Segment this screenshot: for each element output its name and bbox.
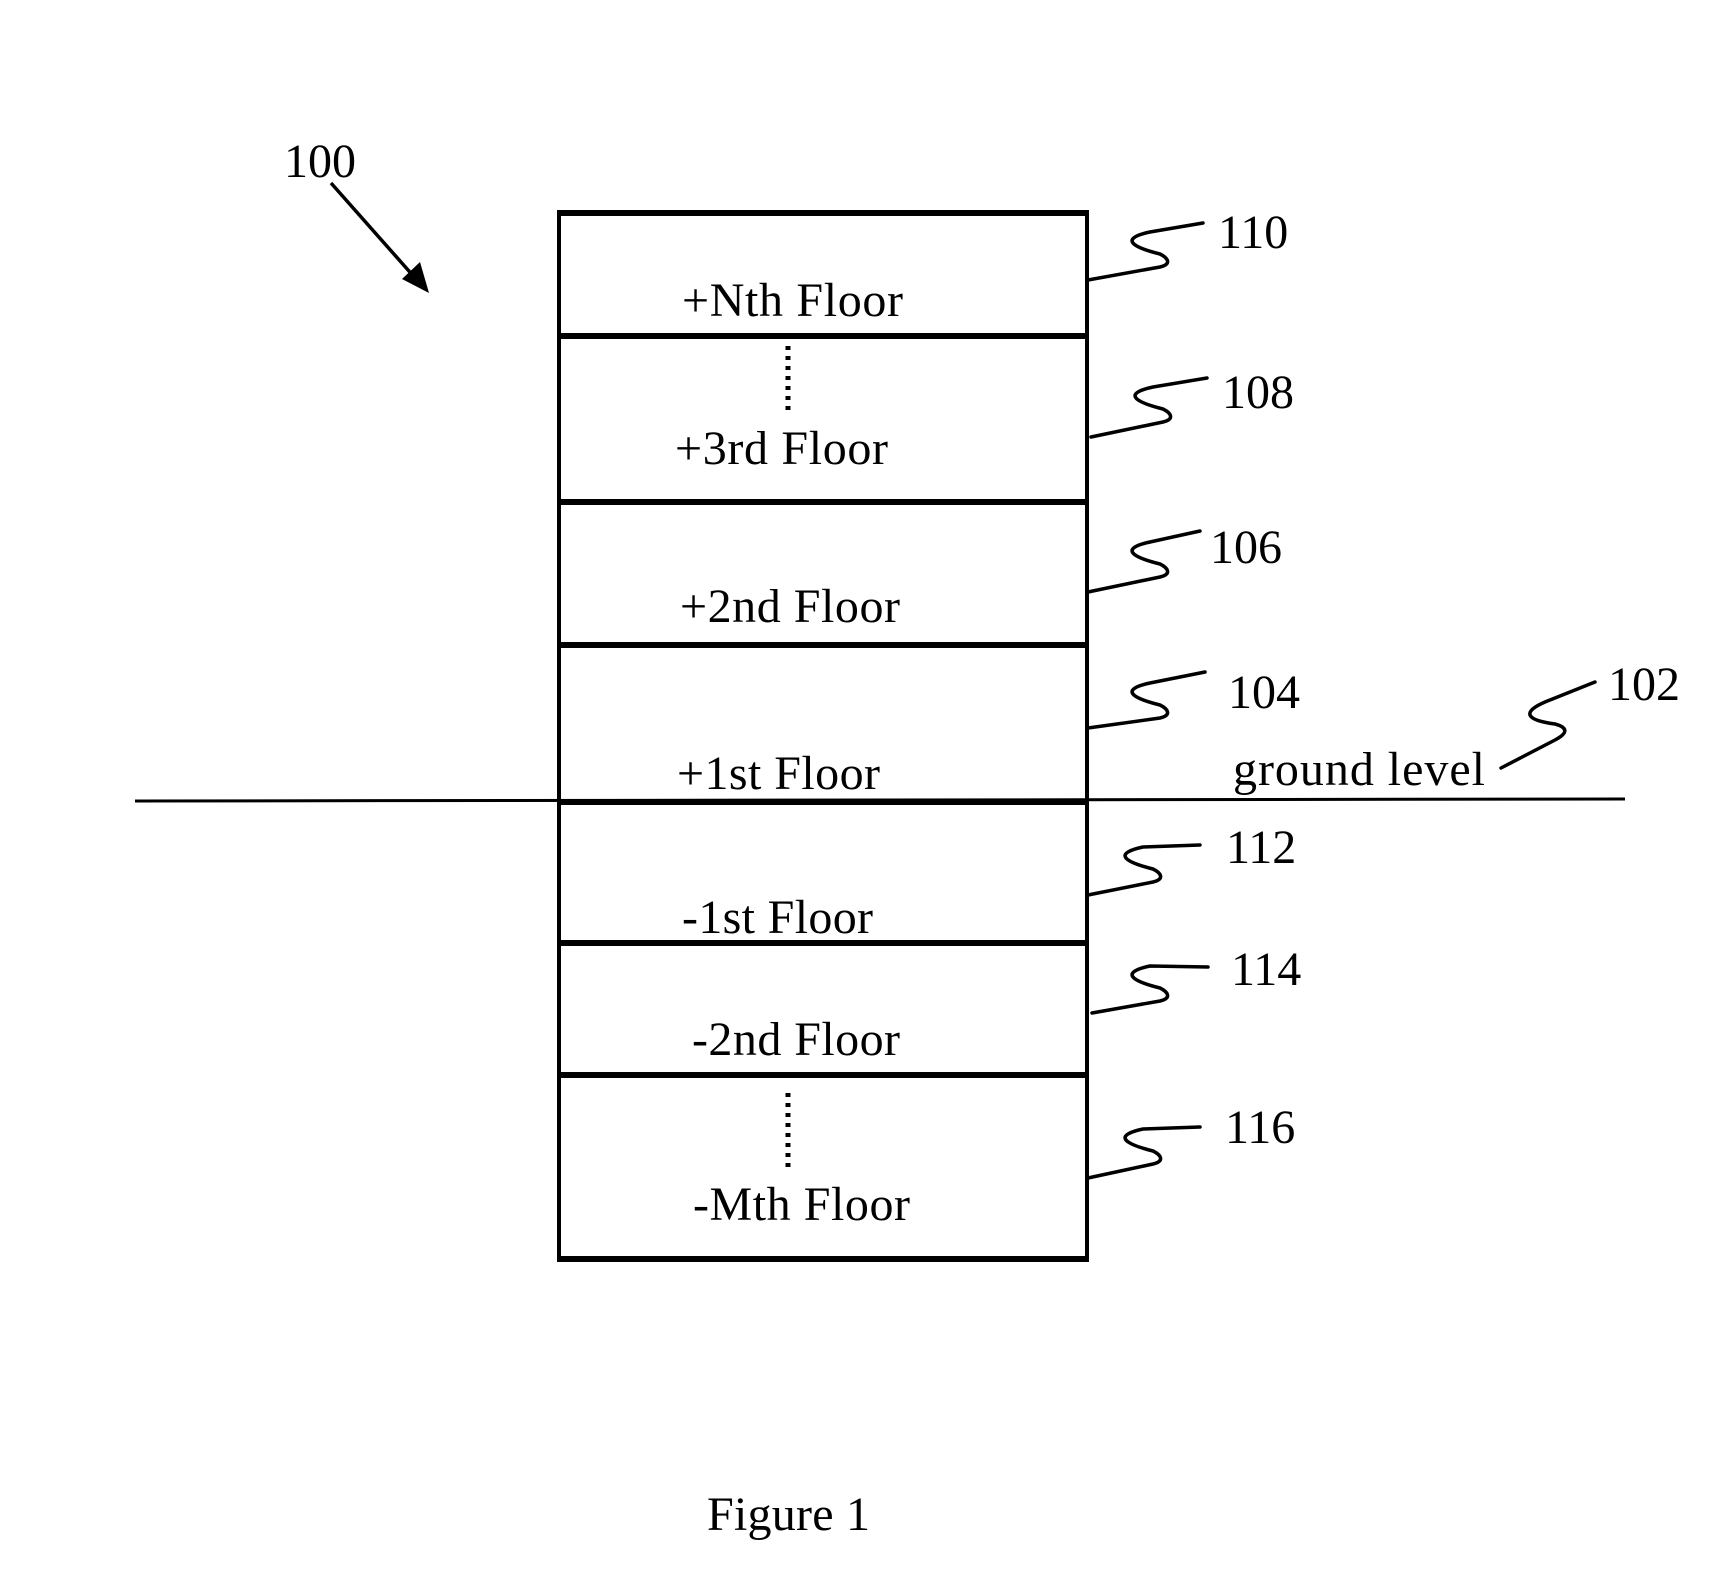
leader-line-104 (1086, 670, 1207, 730)
floor-label: +3rd Floor (675, 422, 888, 475)
leader-line-116 (1086, 1125, 1202, 1180)
floor-label: -Mth Floor (693, 1178, 910, 1231)
figure-caption: Figure 1 (707, 1488, 870, 1541)
building-floors-diagram: 100 +Nth Floor +3rd Floor +2nd Floor +1s… (134, 135, 1680, 1541)
reference-numeral-110: 110 (1218, 206, 1288, 259)
reference-numeral-114: 114 (1231, 943, 1301, 996)
reference-numeral-108: 108 (1222, 366, 1294, 419)
leader-line-106 (1086, 529, 1202, 594)
reference-numeral-106: 106 (1210, 521, 1282, 574)
floor-label: +Nth Floor (682, 274, 903, 327)
reference-numeral-112: 112 (1226, 821, 1296, 874)
floor-label: +1st Floor (677, 747, 880, 800)
floor-label: -1st Floor (682, 891, 873, 944)
leader-line-114 (1090, 964, 1210, 1015)
floor-label: -2nd Floor (692, 1013, 900, 1066)
reference-numeral-104: 104 (1228, 666, 1300, 719)
building (557, 210, 1089, 1262)
leader-line-110 (1086, 221, 1205, 282)
leader-line-102 (1499, 680, 1597, 770)
reference-numeral-116: 116 (1225, 1101, 1295, 1154)
building-reference: 100 (284, 135, 429, 293)
reference-numeral-102: 102 (1608, 658, 1680, 711)
leader-line-112 (1086, 843, 1202, 897)
reference-arrow-shaft (329, 181, 418, 281)
ground-level-label: ground level (1233, 743, 1485, 796)
leader-line-108 (1089, 376, 1209, 439)
floor-label: +2nd Floor (680, 580, 900, 633)
reference-numeral-100: 100 (284, 135, 356, 188)
